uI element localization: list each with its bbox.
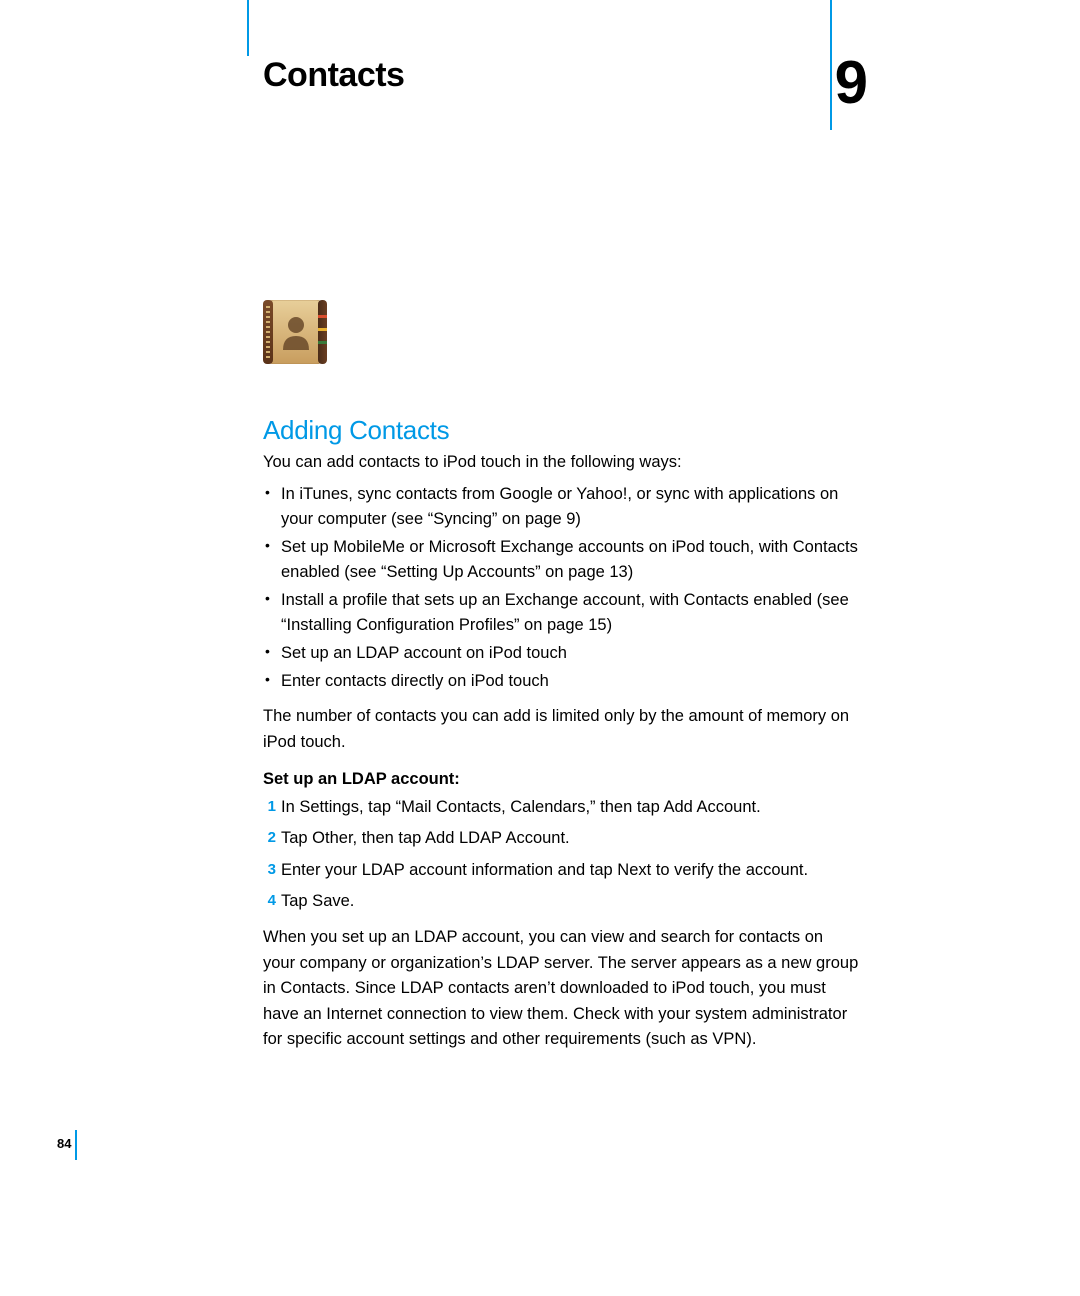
step-item: 3 Enter your LDAP account information an… [263, 858, 859, 884]
step-text: In Settings, tap “Mail Contacts, Calenda… [281, 798, 761, 816]
step-item: 4 Tap Save. [263, 889, 859, 915]
step-item: 2 Tap Other, then tap Add LDAP Account. [263, 826, 859, 852]
list-item: Install a profile that sets up an Exchan… [263, 588, 859, 639]
vertical-rule-footer [75, 1130, 77, 1160]
vertical-rule-left [247, 0, 249, 56]
step-text: Tap Other, then tap Add LDAP Account. [281, 829, 570, 847]
step-text: Enter your LDAP account information and … [281, 861, 808, 879]
chapter-number: 9 [835, 48, 868, 117]
step-number: 4 [258, 889, 276, 912]
page-number: 84 [57, 1136, 71, 1151]
bullet-list: In iTunes, sync contacts from Google or … [263, 482, 859, 695]
body-content: You can add contacts to iPod touch in th… [263, 450, 859, 1055]
ldap-heading: Set up an LDAP account: [263, 767, 859, 793]
limit-paragraph: The number of contacts you can add is li… [263, 704, 859, 755]
list-item: Set up an LDAP account on iPod touch [263, 641, 859, 667]
vertical-rule-right [830, 0, 832, 130]
step-number: 1 [258, 795, 276, 818]
ldap-description-paragraph: When you set up an LDAP account, you can… [263, 925, 859, 1053]
chapter-title: Contacts [263, 56, 404, 95]
contacts-app-icon [263, 300, 327, 364]
list-item: Set up MobileMe or Microsoft Exchange ac… [263, 535, 859, 586]
intro-paragraph: You can add contacts to iPod touch in th… [263, 450, 859, 476]
numbered-steps: 1 In Settings, tap “Mail Contacts, Calen… [263, 795, 859, 915]
list-item: In iTunes, sync contacts from Google or … [263, 482, 859, 533]
step-number: 3 [258, 858, 276, 881]
list-item: Enter contacts directly on iPod touch [263, 669, 859, 695]
step-item: 1 In Settings, tap “Mail Contacts, Calen… [263, 795, 859, 821]
section-heading-adding-contacts: Adding Contacts [263, 415, 449, 446]
step-text: Tap Save. [281, 892, 354, 910]
step-number: 2 [258, 826, 276, 849]
